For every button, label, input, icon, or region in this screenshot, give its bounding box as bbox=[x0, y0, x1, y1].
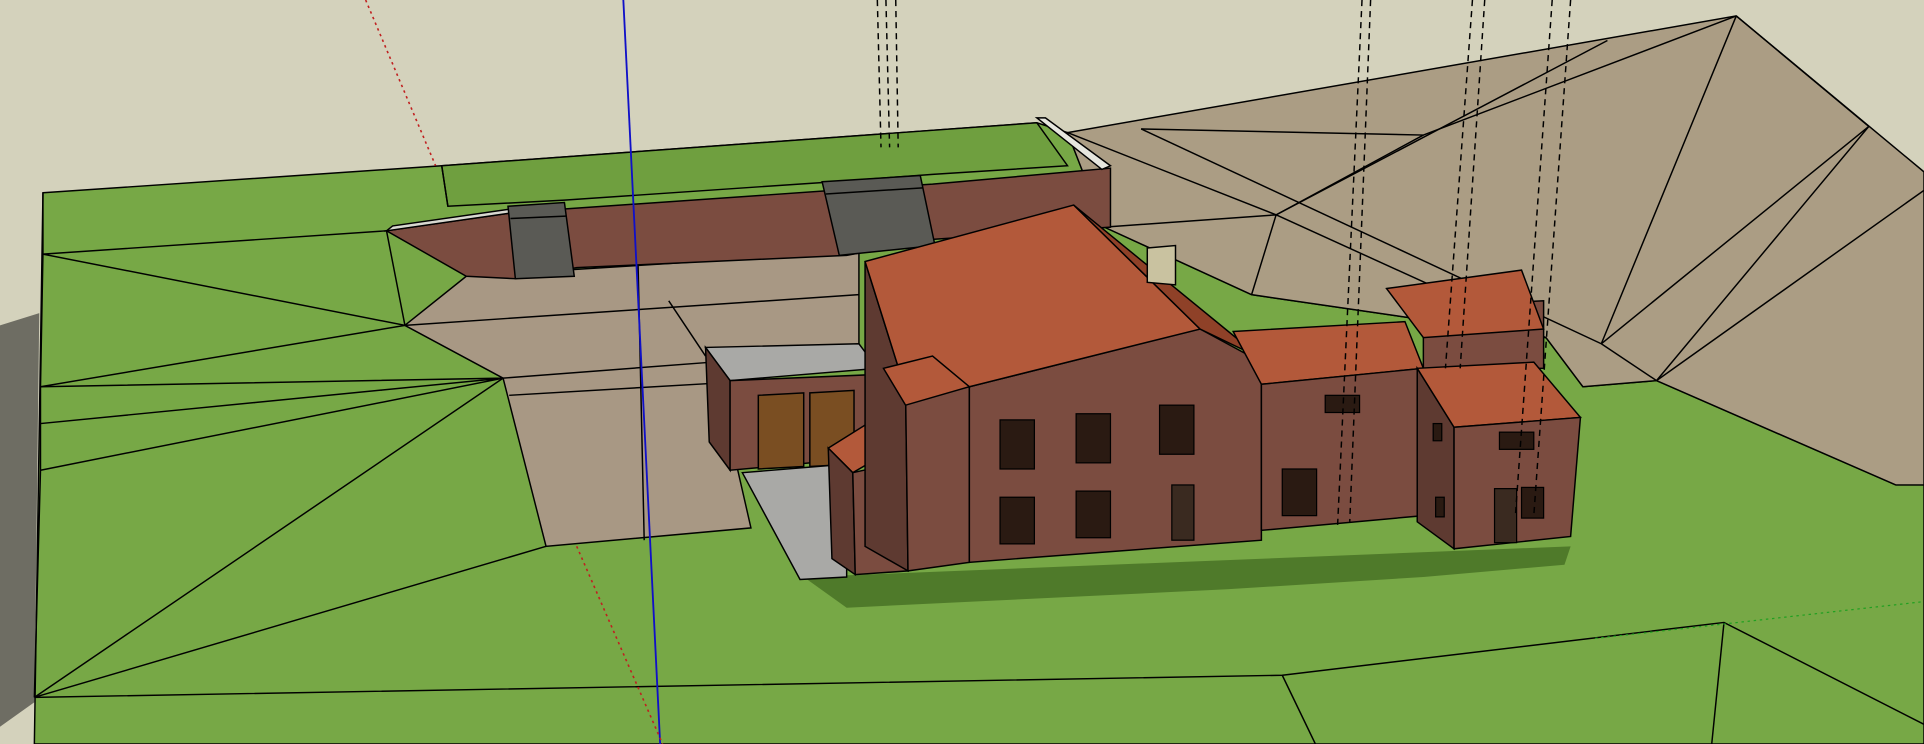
window bbox=[1432, 422, 1443, 442]
front-door[interactable] bbox=[1171, 484, 1195, 541]
sketchup-3d-viewport[interactable] bbox=[0, 0, 1924, 744]
model-scene[interactable] bbox=[0, 0, 1924, 744]
terrain-shadow-left bbox=[0, 313, 40, 727]
window bbox=[1075, 413, 1112, 464]
garage-door-left[interactable] bbox=[757, 392, 805, 470]
window bbox=[1281, 468, 1318, 517]
window bbox=[999, 496, 1036, 545]
house-front-wall-left bbox=[904, 385, 971, 572]
window bbox=[1075, 490, 1112, 539]
tower-door[interactable] bbox=[1493, 488, 1518, 544]
chimney bbox=[1146, 244, 1177, 286]
window bbox=[1498, 431, 1535, 450]
window bbox=[1520, 486, 1545, 519]
stairs-left bbox=[507, 201, 576, 280]
window bbox=[999, 419, 1036, 470]
window bbox=[1435, 496, 1445, 518]
window bbox=[1158, 404, 1195, 455]
stairs-right bbox=[821, 174, 936, 257]
